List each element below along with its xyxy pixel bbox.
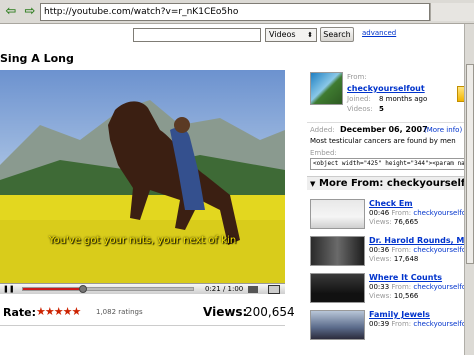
list-item[interactable]: Dr. Harold Rounds, MD 00:36 From: checky…	[307, 233, 474, 266]
chevron-down-icon: ⬍	[307, 31, 313, 39]
owner-info: From: checkyourselfout Joined: 8 months …	[307, 66, 474, 122]
browser-toolbar: ⇦ ⇨ http://youtube.com/watch?v=r_nK1CEo5…	[0, 0, 474, 24]
avatar[interactable]	[310, 72, 343, 105]
player-controls: ❚❚ 0:21 / 1:00	[0, 283, 285, 294]
duration: 00:39	[369, 320, 390, 328]
pause-icon[interactable]: ❚❚	[3, 285, 15, 294]
video-frame-image	[0, 100, 285, 283]
more-info-link[interactable]: (More info)	[424, 126, 462, 134]
search-scope-value: Videos	[269, 30, 296, 39]
video-subtitle: You've got your nuts, your next of kin	[48, 235, 237, 246]
page-scrollbar[interactable]	[464, 24, 474, 355]
triangle-down-icon: ▼	[310, 180, 316, 188]
search-scope-select[interactable]: Videos ⬍	[265, 28, 317, 42]
ratings-count: 1,082 ratings	[96, 308, 143, 316]
fullscreen-icon[interactable]	[268, 285, 280, 294]
more-from-header[interactable]: ▼ More From: checkyourselfout	[307, 176, 474, 190]
from-label: From:	[391, 320, 412, 328]
scrollbar-thumb[interactable]	[466, 64, 474, 264]
from-label: From:	[391, 283, 412, 291]
duration: 00:36	[369, 246, 390, 254]
videos-value: 5	[379, 105, 384, 113]
list-item[interactable]: Family Jewels 00:39 From: checkyourselfo…	[307, 307, 474, 340]
views-label: Views:	[369, 255, 392, 263]
divider	[307, 122, 474, 123]
video-thumbnail[interactable]	[310, 310, 365, 340]
progress-fill	[23, 288, 83, 290]
related-video-title[interactable]: Dr. Harold Rounds, MD	[369, 236, 471, 245]
views-label: Views:	[369, 218, 392, 226]
video-player[interactable]: You've got your nuts, your next of kin	[0, 70, 285, 283]
progress-handle[interactable]	[78, 285, 87, 293]
joined-label: Joined:	[347, 95, 371, 103]
rate-label: Rate:	[3, 306, 37, 319]
views-count: 200,654	[245, 305, 295, 319]
views-label: Views:	[369, 292, 392, 300]
volume-icon[interactable]	[248, 286, 258, 293]
related-video-title[interactable]: Family Jewels	[369, 310, 430, 319]
duration: 00:33	[369, 283, 390, 291]
duration: 00:46	[369, 209, 390, 217]
divider	[0, 325, 285, 326]
toolbar-extra	[430, 3, 474, 21]
from-label: From:	[391, 246, 412, 254]
videos-label: Videos:	[347, 105, 373, 113]
video-description: Most testicular cancers are found by men	[310, 137, 456, 145]
time-display: 0:21 / 1:00	[205, 285, 244, 293]
from-label: From:	[347, 73, 367, 81]
embed-label: Embed:	[310, 149, 337, 157]
views-label: Views:	[203, 305, 248, 319]
list-item[interactable]: Where It Counts 00:33 From: checkyoursel…	[307, 270, 474, 303]
video-thumbnail[interactable]	[310, 273, 365, 303]
video-thumbnail[interactable]	[310, 236, 365, 266]
forward-arrow-icon[interactable]: ⇨	[22, 4, 38, 20]
advanced-search-link[interactable]: advanced	[362, 29, 396, 37]
url-bar[interactable]: http://youtube.com/watch?v=r_nK1CEo5ho	[40, 3, 430, 21]
search-input[interactable]	[133, 28, 261, 42]
progress-bar[interactable]	[22, 285, 194, 293]
added-date: December 06, 2007	[340, 125, 428, 134]
more-from-title: More From: checkyourselfout	[319, 178, 474, 189]
list-item[interactable]: Check Em 00:46 From: checkyourselfout Vi…	[307, 196, 474, 229]
joined-value: 8 months ago	[379, 95, 428, 103]
search-button[interactable]: Search	[320, 27, 354, 42]
video-thumbnail[interactable]	[310, 199, 365, 229]
sidebar: From: checkyourselfout Joined: 8 months …	[307, 66, 474, 355]
views-count: 76,665	[393, 218, 419, 226]
views-count: 10,566	[393, 292, 419, 300]
added-label: Added:	[310, 126, 335, 134]
rating-stars[interactable]: ★★★★★	[36, 305, 81, 318]
video-title: Sing A Long	[0, 52, 74, 65]
back-arrow-icon[interactable]: ⇦	[3, 4, 19, 20]
embed-code-field[interactable]: <object width="425" height="344"><param …	[310, 158, 474, 170]
owner-name-link[interactable]: checkyourselfout	[347, 84, 425, 93]
related-video-title[interactable]: Check Em	[369, 199, 413, 208]
related-video-title[interactable]: Where It Counts	[369, 273, 442, 282]
views-count: 17,648	[393, 255, 419, 263]
from-label: From:	[391, 209, 412, 217]
